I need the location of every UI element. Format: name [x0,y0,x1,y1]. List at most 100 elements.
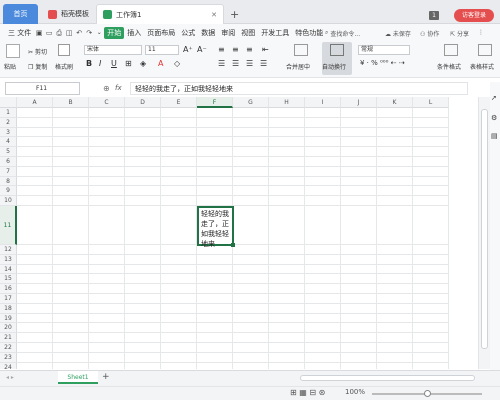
column-header-B[interactable]: B [53,97,89,108]
conditional-format-icon[interactable] [444,44,458,56]
row-header-16[interactable]: 16 [0,284,17,294]
row-header-13[interactable]: 13 [0,254,17,265]
column-header-F[interactable]: F [197,97,233,108]
add-sheet-button[interactable]: + [102,372,110,382]
undo-icon[interactable]: ↶ [74,28,84,38]
column-header-C[interactable]: C [89,97,125,108]
fill-color-icon[interactable]: ◈ [140,59,146,68]
horizontal-scrollbar[interactable] [300,375,475,381]
zoom-slider-handle[interactable] [424,390,431,397]
row-header-23[interactable]: 23 [0,352,17,363]
table-style-icon[interactable] [478,44,492,56]
login-button[interactable]: 访客登录 [454,9,494,22]
column-header-I[interactable]: I [305,97,341,108]
row-header-24[interactable]: 24 [0,362,17,369]
row-header-1[interactable]: 1 [0,108,17,118]
unsaved-status[interactable]: ☁ 未保存 [385,29,411,38]
row-header-4[interactable]: 4 [0,137,17,148]
align-bottom-icon[interactable]: ≡ [246,45,253,54]
number-format-select[interactable]: 常规 [358,45,410,55]
share-button[interactable]: ⇱ 分享 [450,29,469,38]
align-left-icon[interactable]: ☰ [218,59,225,68]
italic-icon[interactable]: I [99,59,101,68]
cut-button[interactable]: ✂ 剪切 [28,47,47,56]
spreadsheet-grid[interactable]: A B C D E F G H I J K L 1 2 3 4 5 6 7 8 9 10 11 12 13 14 15 16 17 18 1… [0,97,478,369]
formula-input[interactable]: 轻轻的我走了，正如我轻轻地来 [130,82,468,95]
fx-icon[interactable]: fx [115,84,122,92]
column-header-E[interactable]: E [161,97,197,108]
paste-button[interactable]: 粘贴 [4,62,16,71]
vertical-scrollbar[interactable] [478,97,490,369]
print-icon[interactable]: ⎙ [54,28,64,38]
column-header-G[interactable]: G [233,97,269,108]
menu-view[interactable]: 视图 [238,28,258,38]
menu-data[interactable]: 数据 [198,28,218,38]
align-middle-icon[interactable]: ≡ [232,45,239,54]
row-header-17[interactable]: 17 [0,294,17,304]
fill-handle[interactable] [231,243,235,247]
row-header-2[interactable]: 2 [0,117,17,128]
column-header-D[interactable]: D [125,97,161,108]
column-header-H[interactable]: H [269,97,305,108]
paste-icon[interactable] [6,44,20,58]
merge-icon[interactable] [294,44,308,56]
underline-icon[interactable]: U [111,59,117,68]
row-header-20[interactable]: 20 [0,323,17,334]
view-mode-icons[interactable]: ⊞ ▦ ⊟ ⊛ [290,388,325,397]
row-header-19[interactable]: 19 [0,313,17,324]
indent-left-icon[interactable]: ⇤ [262,45,269,54]
column-header-A[interactable]: A [17,97,53,108]
selected-cell-F11[interactable]: 轻轻的我走了，正如我轻轻地来 [197,206,234,248]
align-center-icon[interactable]: ☰ [232,59,239,68]
row-header-5[interactable]: 5 [0,147,17,157]
cursor-icon[interactable]: ➚ [491,94,497,102]
wrap-text-button[interactable]: 自动换行 [322,62,346,71]
row-header-18[interactable]: 18 [0,303,17,314]
save-icon[interactable]: ▣ [34,28,44,38]
preview-icon[interactable]: ◫ [64,28,74,38]
tab-workbook[interactable]: 工作簿1 ✕ [96,4,224,24]
row-header-11[interactable]: 11 [0,206,17,245]
sheet-tab-sheet1[interactable]: Sheet1 [58,371,98,384]
menu-review[interactable]: 审阅 [218,28,238,38]
border-icon[interactable]: ⊞ [125,59,132,68]
select-all-corner[interactable] [0,97,17,108]
wrap-text-icon[interactable] [330,44,344,56]
tab-template[interactable]: 稻壳模板 [42,4,94,24]
align-top-icon[interactable]: ≡ [218,45,225,54]
copy-button[interactable]: ❐ 复制 [28,62,47,71]
row-header-15[interactable]: 15 [0,274,17,285]
row-header-3[interactable]: 3 [0,127,17,138]
row-header-22[interactable]: 22 [0,343,17,353]
row-header-8[interactable]: 8 [0,176,17,187]
menu-start[interactable]: 开始 [104,27,125,39]
new-tab-button[interactable]: + [230,8,239,21]
conditional-format-button[interactable]: 条件格式 [437,62,461,71]
tab-home[interactable]: 首页 [3,4,38,24]
row-header-14[interactable]: 14 [0,264,17,275]
menu-developer[interactable]: 开发工具 [258,28,292,38]
column-header-L[interactable]: L [413,97,449,108]
zoom-icon[interactable]: ⊕ [103,84,110,93]
row-header-12[interactable]: 12 [0,245,17,255]
table-style-button[interactable]: 表格样式 [470,62,494,71]
scroll-thumb[interactable] [481,109,488,349]
justify-icon[interactable]: ☰ [260,59,267,68]
font-family-select[interactable]: 宋体 [84,45,142,55]
align-right-icon[interactable]: ☰ [246,59,253,68]
merge-center-button[interactable]: 合并居中 [286,62,310,71]
row-header-10[interactable]: 10 [0,196,17,206]
row-header-21[interactable]: 21 [0,333,17,343]
menu-page-layout[interactable]: 页面布局 [144,28,178,38]
format-painter-icon[interactable] [58,44,70,56]
menu-formula[interactable]: 公式 [178,28,198,38]
sheet-nav-icon[interactable]: ◂ ▸ [6,374,14,381]
column-header-J[interactable]: J [341,97,377,108]
currency-icon[interactable]: ¥ · % ⁰⁰⁰ ⇠ ⇢ [360,59,405,67]
font-color-icon[interactable]: A [158,59,163,68]
name-box[interactable]: F11 [5,82,80,95]
bold-icon[interactable]: B [86,59,92,68]
chevron-down-icon[interactable]: ⌄ [94,28,104,38]
menu-features[interactable]: 特色功能 [292,28,326,38]
row-header-6[interactable]: 6 [0,157,17,167]
